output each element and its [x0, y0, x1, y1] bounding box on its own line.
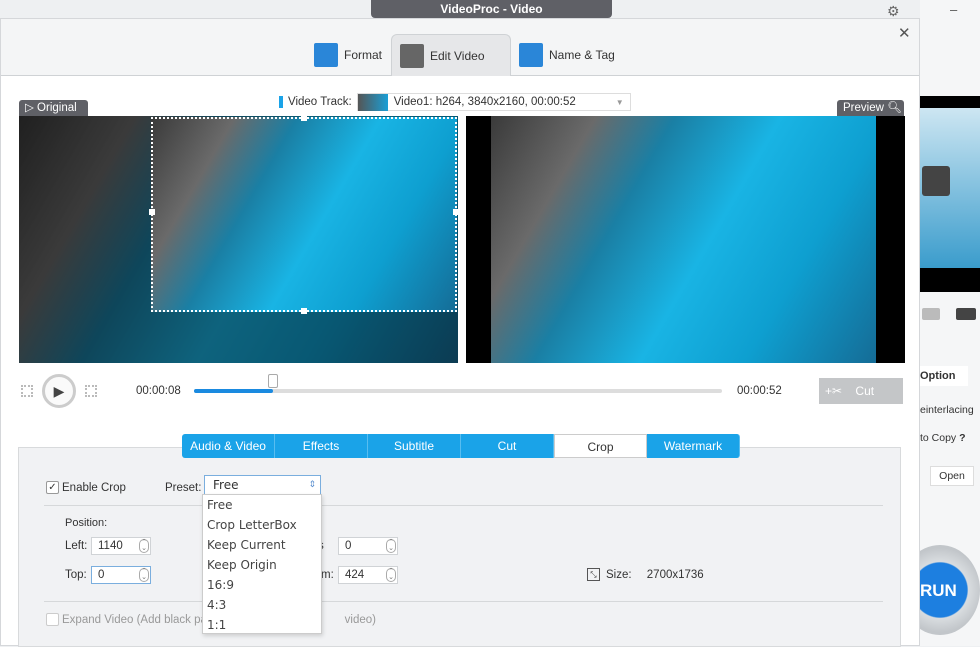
current-time: 00:00:08 — [136, 385, 181, 397]
timeline-slider[interactable] — [194, 374, 722, 393]
preview-text: Preview — [843, 102, 884, 114]
tab-name-tag[interactable]: Name & Tag — [511, 34, 623, 76]
preset-option[interactable]: Free — [203, 495, 321, 515]
open-button[interactable]: Open — [930, 466, 974, 486]
preset-dropdown: Free Crop LetterBox Keep Current Keep Origi… — [202, 494, 322, 634]
tab-audio-video[interactable]: Audio & Video — [182, 434, 275, 458]
prev-frame-icon[interactable] — [21, 385, 33, 397]
top-label: Top: — [65, 569, 87, 581]
tab-effects[interactable]: Effects — [275, 434, 368, 458]
crop-handle[interactable] — [149, 209, 155, 215]
video-track-label: Video Track: — [288, 96, 352, 108]
background-video-thumb — [920, 96, 980, 292]
preset-option[interactable]: 16:9 — [203, 575, 321, 595]
chevron-down-icon: ▼ — [615, 97, 624, 107]
video-track-select[interactable]: Video1: h264, 3840x2160, 00:00:52 ▼ — [356, 93, 631, 111]
preset-option[interactable]: 4:3 — [203, 595, 321, 615]
bottom-spinner[interactable]: ⌃ ⌄ — [386, 568, 396, 582]
tab-format[interactable]: Format — [306, 34, 390, 76]
expand-label-end: video) — [344, 613, 376, 626]
video-track: Video Track: Video1: h264, 3840x2160, 00… — [279, 93, 631, 111]
enable-crop-checkbox[interactable]: ✓ Enable Crop — [46, 481, 126, 494]
preview-frame — [491, 116, 876, 363]
preset-option[interactable]: Keep Origin — [203, 555, 321, 575]
preview-label[interactable]: Preview 🔍︎ — [837, 100, 904, 117]
video-track-value: Video1: h264, 3840x2160, 00:00:52 — [393, 96, 576, 108]
cut-label: Cut — [855, 384, 875, 398]
divider — [44, 601, 883, 602]
top-spinner[interactable]: ⌃ ⌄ — [139, 568, 149, 582]
crop-frame[interactable] — [149, 115, 459, 314]
preset-value: Free — [213, 478, 239, 492]
right-spinner[interactable]: ⌃ ⌄ — [386, 539, 396, 553]
zoom-icon: 🔍︎ — [887, 102, 902, 114]
toolbar: Format Edit Video Name & Tag ✕ — [1, 19, 919, 76]
preset-option[interactable]: Crop LetterBox — [203, 515, 321, 535]
preset-option[interactable]: 1:1 — [203, 615, 321, 635]
size-value: 2700x1736 — [646, 568, 704, 581]
left-label: Left: — [65, 540, 88, 552]
original-text: Original — [37, 102, 77, 114]
divider — [44, 505, 883, 506]
bottom-label: m: — [321, 569, 334, 581]
format-icon — [314, 43, 338, 67]
tab-subtitle[interactable]: Subtitle — [368, 434, 461, 458]
crop-handle[interactable] — [301, 308, 307, 314]
tab-label: Name & Tag — [549, 48, 615, 62]
position-label: Position: — [65, 517, 108, 529]
tab-label: Edit Video — [430, 48, 485, 63]
track-icon — [279, 96, 283, 108]
copy-text: to Copy — [920, 432, 957, 444]
run-label: RUN — [920, 581, 957, 600]
preset-select[interactable]: Free ⇕ — [204, 475, 321, 495]
tab-label: Format — [344, 48, 383, 62]
crop-handle[interactable] — [301, 115, 307, 121]
scissors-icon: +✂ — [825, 384, 843, 398]
close-icon[interactable]: ✕ — [898, 24, 911, 42]
copy-label: to Copy ? — [920, 432, 966, 444]
tab-edit-video[interactable]: Edit Video — [391, 34, 511, 76]
timeline-progress — [194, 389, 274, 393]
preview-video — [466, 116, 905, 363]
play-button[interactable]: ▶ — [42, 374, 76, 408]
window-title: VideoProc - Video — [371, 0, 612, 18]
tab-watermark[interactable]: Watermark — [647, 434, 740, 458]
cut-button[interactable]: +✂ Cut — [819, 378, 903, 404]
camera-icon[interactable] — [922, 308, 940, 320]
left-spinner[interactable]: ⌃ ⌄ — [139, 539, 149, 553]
tab-cut[interactable]: Cut — [461, 434, 554, 458]
updown-icon: ⇕ — [308, 480, 316, 490]
checkbox-checked-icon: ✓ — [46, 481, 59, 494]
preset-option[interactable]: Keep Current — [203, 535, 321, 555]
timeline-handle[interactable] — [268, 374, 279, 388]
resize-icon: ⤡ — [587, 568, 600, 581]
expand-label: Expand Video (Add black pac — [62, 613, 213, 626]
help-icon[interactable]: ? — [959, 432, 965, 444]
crop-handle[interactable] — [453, 209, 459, 215]
original-label: ▷ Original — [19, 100, 88, 117]
background-app: – Option einterlacing to Copy ? Open RUN — [900, 0, 980, 646]
checkbox-icon — [46, 613, 59, 626]
tab-crop[interactable]: Crop — [554, 434, 647, 458]
track-thumbnail — [357, 93, 388, 111]
folder-icon[interactable] — [956, 308, 976, 320]
size-label: Size: — [606, 568, 632, 581]
deinterlacing-label: einterlacing — [920, 404, 974, 416]
total-time: 00:00:52 — [737, 385, 782, 397]
option-button[interactable]: Option — [920, 366, 968, 386]
enable-crop-label: Enable Crop — [62, 481, 126, 494]
size-display: ⤡ Size: 2700x1736 — [587, 568, 704, 581]
next-frame-icon[interactable] — [85, 385, 97, 397]
minimize-button[interactable]: – — [950, 2, 957, 17]
edit-video-icon — [400, 43, 424, 68]
preset-label: Preset: — [165, 482, 202, 494]
name-tag-icon — [519, 43, 543, 67]
